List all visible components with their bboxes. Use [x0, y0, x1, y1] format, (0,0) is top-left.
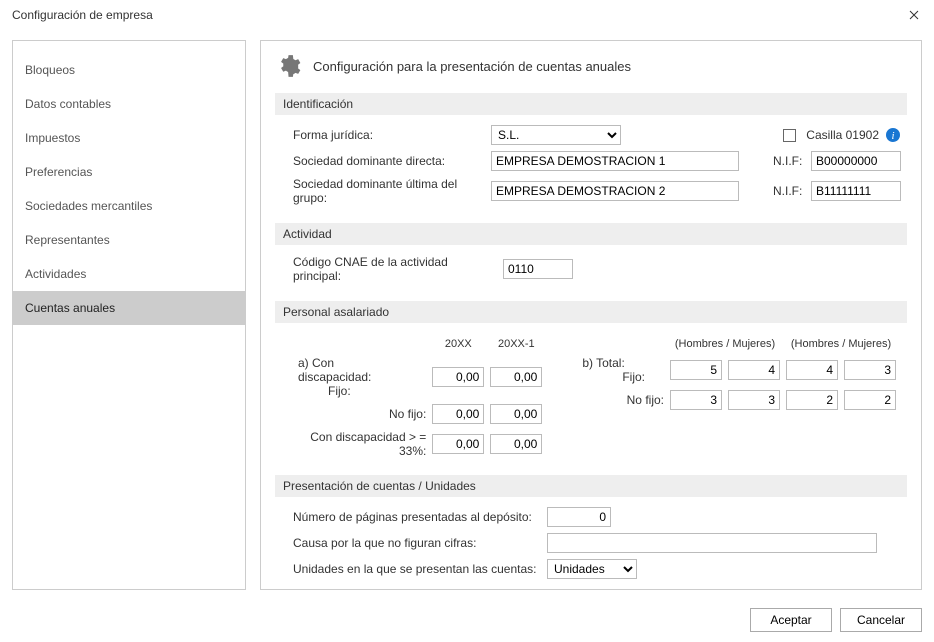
b-total-label: b) Total: [582, 356, 624, 370]
soc-dom-directa-label: Sociedad dominante directa: [293, 154, 485, 168]
soc-dom-grupo-label: Sociedad dominante última del grupo: [293, 177, 485, 205]
b-fijo-label: Fijo: [622, 370, 645, 384]
num-paginas-label: Número de páginas presentadas al depósit… [293, 510, 541, 524]
nif2-input[interactable] [811, 181, 901, 201]
section-actividad-header: Actividad [275, 223, 907, 245]
casilla-01902-label: Casilla 01902 [806, 128, 879, 142]
b-nofijo-label: No fijo: [627, 393, 664, 407]
svg-text:i: i [891, 130, 894, 142]
a-disc33-20xx-input[interactable] [432, 434, 484, 454]
content-panel: Configuración para la presentación de cu… [260, 40, 922, 590]
casilla-01902-checkbox[interactable] [783, 129, 796, 142]
sidebar-item-datos-contables[interactable]: Datos contables [13, 87, 245, 121]
a-fijo-label: Fijo: [328, 384, 351, 398]
nif1-label: N.I.F: [773, 154, 805, 168]
forma-juridica-select[interactable]: S.L. [491, 125, 621, 145]
unidades-select[interactable]: Unidades [547, 559, 637, 579]
cancel-button-label: Cancelar [857, 613, 905, 627]
causa-input[interactable] [547, 533, 877, 553]
sidebar: Bloqueos Datos contables Impuestos Prefe… [12, 40, 246, 590]
info-icon[interactable]: i [885, 127, 901, 143]
window-title: Configuración de empresa [12, 8, 153, 22]
close-icon [909, 10, 919, 20]
b-nofijo-h2-input[interactable] [786, 390, 838, 410]
footer: Aceptar Cancelar [0, 600, 934, 642]
sidebar-item-bloqueos[interactable]: Bloqueos [13, 53, 245, 87]
sidebar-item-cuentas-anuales[interactable]: Cuentas anuales [13, 291, 245, 325]
sidebar-item-actividades[interactable]: Actividades [13, 257, 245, 291]
a-fijo-20xx-input[interactable] [432, 367, 484, 387]
sidebar-item-sociedades-mercantiles[interactable]: Sociedades mercantiles [13, 189, 245, 223]
sidebar-item-label: Cuentas anuales [25, 301, 115, 315]
b-nofijo-h1-input[interactable] [670, 390, 722, 410]
titlebar: Configuración de empresa [0, 0, 934, 30]
soc-dom-directa-input[interactable] [491, 151, 739, 171]
a-nofijo-20xx1-input[interactable] [490, 404, 542, 424]
hm-header-1: (Hombres / Mujeres) [669, 337, 781, 351]
b-nofijo-m1-input[interactable] [728, 390, 780, 410]
sidebar-item-impuestos[interactable]: Impuestos [13, 121, 245, 155]
section-identificacion-header: Identificación [275, 93, 907, 115]
section-presentacion-header: Presentación de cuentas / Unidades [275, 475, 907, 497]
section-personal-header: Personal asalariado [275, 301, 907, 323]
col-20xx1-header: 20XX-1 [489, 337, 543, 351]
page-title: Configuración para la presentación de cu… [313, 59, 631, 74]
b-fijo-m1-input[interactable] [728, 360, 780, 380]
a-disc33-20xx1-input[interactable] [490, 434, 542, 454]
sidebar-item-representantes[interactable]: Representantes [13, 223, 245, 257]
b-fijo-h2-input[interactable] [786, 360, 838, 380]
forma-juridica-label: Forma jurídica: [293, 128, 485, 142]
cancel-button[interactable]: Cancelar [840, 608, 922, 632]
sidebar-item-label: Bloqueos [25, 63, 75, 77]
col-20xx-header: 20XX [431, 337, 485, 351]
nif1-input[interactable] [811, 151, 901, 171]
sidebar-item-label: Impuestos [25, 131, 80, 145]
a-discapacidad-label: a) Con discapacidad: [298, 356, 371, 384]
a-fijo-20xx1-input[interactable] [490, 367, 542, 387]
close-button[interactable] [904, 5, 924, 25]
gear-icon [275, 53, 301, 79]
a-disc33-label: Con discapacidad > = 33%: [310, 430, 426, 458]
b-fijo-h1-input[interactable] [670, 360, 722, 380]
sidebar-item-label: Actividades [25, 267, 86, 281]
b-fijo-m2-input[interactable] [844, 360, 896, 380]
hm-header-2: (Hombres / Mujeres) [785, 337, 897, 351]
num-paginas-input[interactable] [547, 507, 611, 527]
accept-button[interactable]: Aceptar [750, 608, 832, 632]
nif2-label: N.I.F: [773, 184, 805, 198]
soc-dom-grupo-input[interactable] [491, 181, 739, 201]
sidebar-item-label: Sociedades mercantiles [25, 199, 152, 213]
sidebar-item-preferencias[interactable]: Preferencias [13, 155, 245, 189]
cnae-label: Código CNAE de la actividad principal: [293, 255, 497, 283]
accept-button-label: Aceptar [770, 613, 811, 627]
sidebar-item-label: Datos contables [25, 97, 111, 111]
sidebar-item-label: Preferencias [25, 165, 92, 179]
unidades-label: Unidades en la que se presentan las cuen… [293, 562, 541, 576]
sidebar-item-label: Representantes [25, 233, 110, 247]
causa-label: Causa por la que no figuran cifras: [293, 536, 541, 550]
cnae-input[interactable] [503, 259, 573, 279]
b-nofijo-m2-input[interactable] [844, 390, 896, 410]
a-nofijo-label: No fijo: [389, 407, 426, 421]
a-nofijo-20xx-input[interactable] [432, 404, 484, 424]
